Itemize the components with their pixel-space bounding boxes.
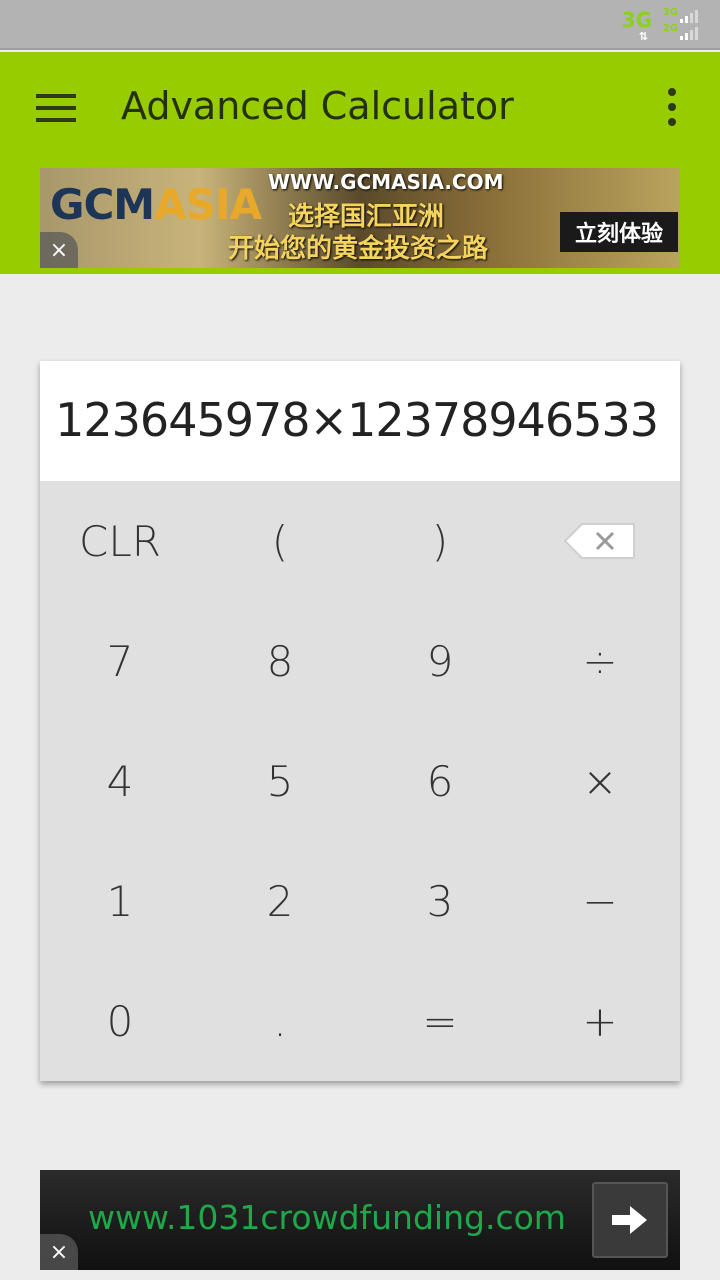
- backspace-button[interactable]: [520, 481, 680, 601]
- network-sub-top: 3G: [662, 7, 678, 18]
- divide-button[interactable]: ÷: [520, 601, 680, 721]
- add-button[interactable]: +: [520, 961, 680, 1081]
- key-label: 5: [266, 756, 294, 806]
- key-label: ): [431, 516, 449, 566]
- app-title: Advanced Calculator: [121, 84, 514, 128]
- overflow-menu-icon[interactable]: [662, 88, 682, 128]
- network-sub-labels: 3G 2G: [663, 5, 678, 37]
- calculator-card: 123645978×12378946533 CLR () 7 8 9 ÷ 4 5 6 × 1 2 3 − 0…: [40, 361, 680, 1081]
- key-label: ÷: [582, 636, 618, 686]
- bottom-ad-banner[interactable]: www.1031crowdfunding.com ×: [40, 1170, 680, 1270]
- ad-close-icon[interactable]: ×: [40, 1234, 78, 1270]
- clear-button[interactable]: CLR: [40, 481, 200, 601]
- digit-1-button[interactable]: 1: [40, 841, 200, 961]
- ad-url: WWW.GCMASIA.COM: [268, 170, 504, 194]
- key-label: .: [273, 996, 287, 1046]
- hamburger-menu-icon[interactable]: [36, 94, 76, 122]
- key-label: ×: [582, 756, 618, 806]
- keypad: CLR () 7 8 9 ÷ 4 5 6 × 1 2 3 − 0. = +: [40, 481, 680, 1081]
- expression-text: 123645978×12378946533: [55, 393, 659, 447]
- backspace-icon: [564, 523, 635, 559]
- key-label: (: [271, 516, 289, 566]
- key-label: 3: [426, 876, 454, 926]
- subtract-button[interactable]: −: [520, 841, 680, 961]
- decimal-button[interactable]: .: [200, 961, 360, 1081]
- data-activity-icon: ⇅: [638, 30, 648, 43]
- key-label: CLR: [79, 516, 161, 566]
- key-label: =: [422, 996, 458, 1046]
- key-label: 4: [106, 756, 134, 806]
- key-label: 8: [266, 636, 294, 686]
- ad-logo: GCMASIA: [50, 180, 262, 229]
- key-label: 9: [426, 636, 454, 686]
- digit-7-button[interactable]: 7: [40, 601, 200, 721]
- digit-8-button[interactable]: 8: [200, 601, 360, 721]
- network-sub-bottom: 2G: [662, 23, 678, 34]
- key-label: 6: [426, 756, 454, 806]
- digit-5-button[interactable]: 5: [200, 721, 360, 841]
- digit-9-button[interactable]: 9: [360, 601, 520, 721]
- network-type-label: 3G: [621, 8, 652, 32]
- key-label: 0: [106, 996, 134, 1046]
- digit-3-button[interactable]: 3: [360, 841, 520, 961]
- digit-0-button[interactable]: 0: [40, 961, 200, 1081]
- calculator-display: 123645978×12378946533: [40, 361, 680, 481]
- key-label: +: [582, 996, 618, 1046]
- key-label: 2: [266, 876, 294, 926]
- ad-close-icon[interactable]: ×: [40, 232, 78, 268]
- key-label: 7: [106, 636, 134, 686]
- multiply-button[interactable]: ×: [520, 721, 680, 841]
- digit-4-button[interactable]: 4: [40, 721, 200, 841]
- signal-strength-icon: [680, 10, 698, 23]
- ad-cta-button[interactable]: 立刻体验: [560, 212, 678, 252]
- close-paren-button[interactable]: ): [360, 481, 520, 601]
- digit-6-button[interactable]: 6: [360, 721, 520, 841]
- key-label: −: [582, 876, 618, 926]
- key-label: 1: [106, 876, 134, 926]
- digit-2-button[interactable]: 2: [200, 841, 360, 961]
- signal-strength-icon-secondary: [680, 27, 698, 40]
- top-ad-banner[interactable]: GCMASIA WWW.GCMASIA.COM 选择国汇亚洲 开始您的黄金投资之…: [40, 168, 680, 268]
- ad-bottom-link[interactable]: www.1031crowdfunding.com: [88, 1198, 566, 1237]
- status-bar: 3G ⇅ 3G 2G: [0, 0, 720, 50]
- equals-button[interactable]: =: [360, 961, 520, 1081]
- ad-subheadline: 开始您的黄金投资之路: [228, 234, 489, 264]
- open-paren-button[interactable]: (: [200, 481, 360, 601]
- arrow-right-icon[interactable]: [592, 1182, 668, 1258]
